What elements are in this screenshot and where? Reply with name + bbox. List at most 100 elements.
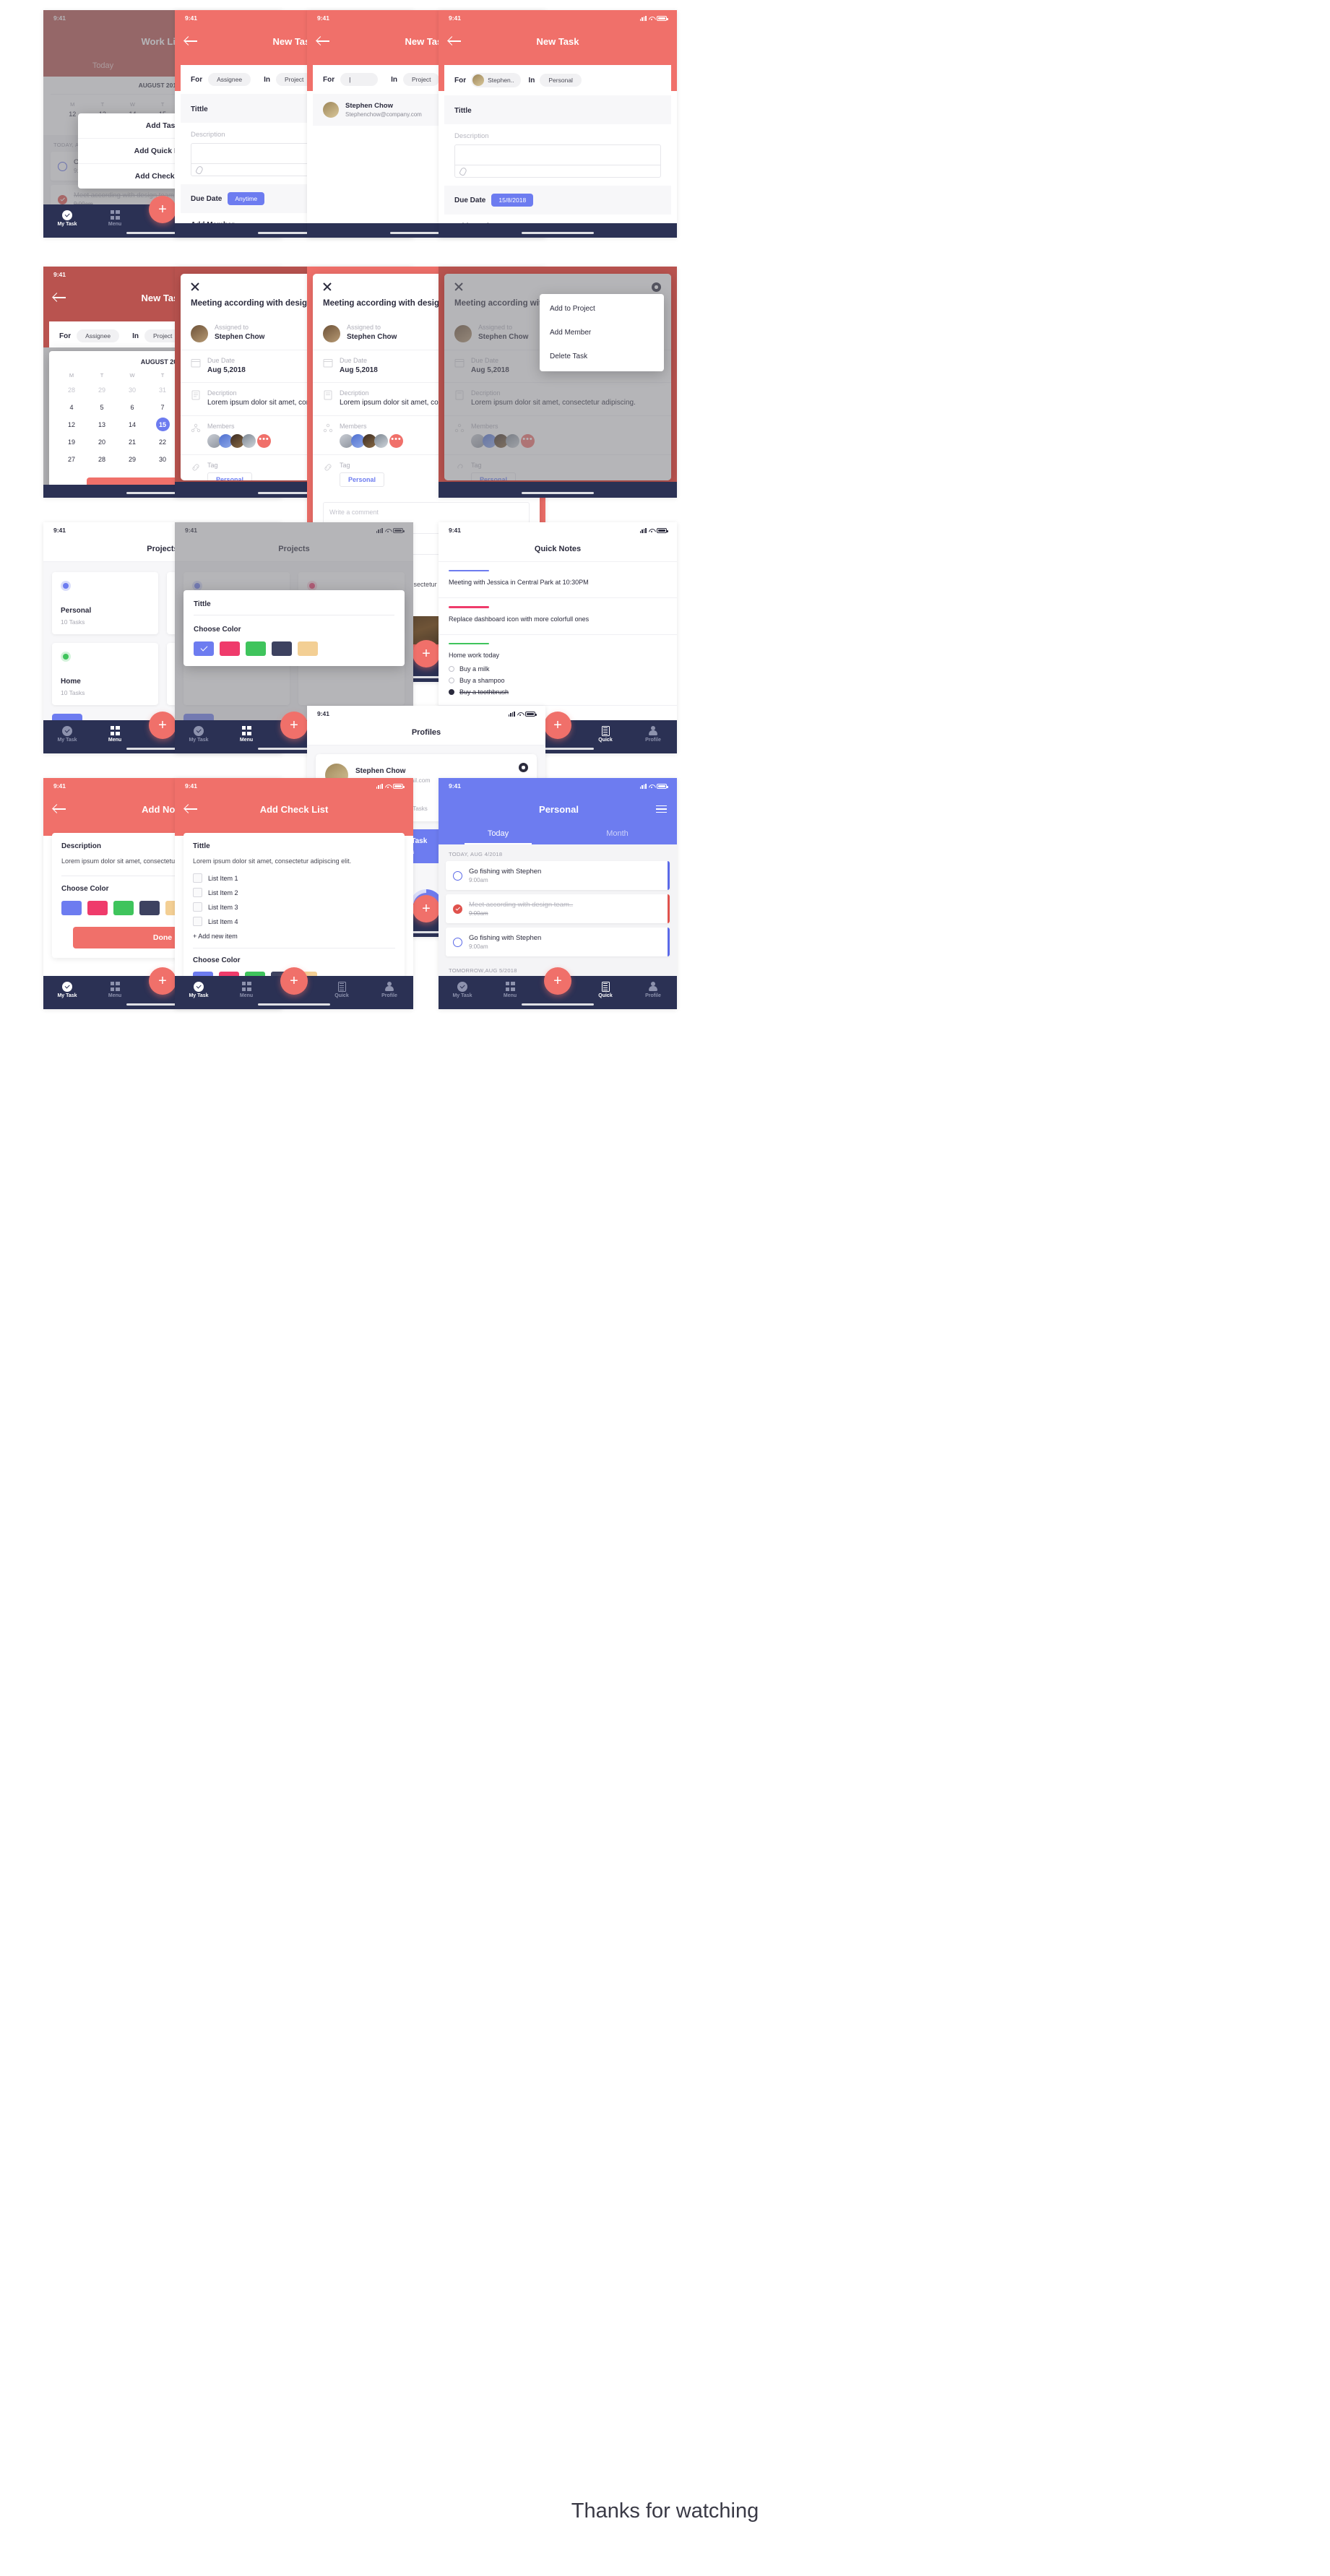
add-fab-button[interactable]: + xyxy=(544,967,571,995)
tag-chip[interactable]: Personal xyxy=(340,472,385,487)
color-swatch[interactable] xyxy=(246,641,266,656)
color-swatch[interactable] xyxy=(298,641,318,656)
calendar-day[interactable]: 6 xyxy=(130,404,134,411)
project-input[interactable]: Project xyxy=(403,73,440,86)
nav-my-task[interactable]: My Task xyxy=(175,981,223,998)
calendar-day[interactable]: 4 xyxy=(69,404,73,411)
nav-menu[interactable]: Menu xyxy=(486,981,534,998)
paperclip-icon[interactable] xyxy=(458,166,468,177)
back-button[interactable] xyxy=(449,35,463,47)
color-swatch[interactable] xyxy=(220,641,240,656)
checkbox-icon[interactable] xyxy=(193,902,202,912)
note-checklist-item[interactable]: Buy a toothbrush xyxy=(449,688,667,696)
checklist-item[interactable]: List Item 4 xyxy=(193,917,395,927)
more-members-button[interactable]: ••• xyxy=(389,433,403,448)
checklist-item[interactable]: List Item 2 xyxy=(193,888,395,898)
nav-menu[interactable]: Menu xyxy=(91,725,139,743)
calendar-day[interactable]: 19 xyxy=(68,438,75,446)
calendar-day[interactable]: 5 xyxy=(100,404,103,411)
assignee-input[interactable]: Assignee xyxy=(77,329,120,342)
calendar-day[interactable]: 21 xyxy=(129,438,136,446)
add-new-item-button[interactable]: + Add new item xyxy=(193,933,395,940)
description-input[interactable] xyxy=(454,144,661,178)
close-icon[interactable] xyxy=(191,282,199,291)
add-fab-button[interactable]: + xyxy=(280,712,308,739)
nav-quick[interactable]: Quick xyxy=(582,981,629,998)
add-fab-button[interactable]: + xyxy=(149,196,176,223)
due-date-value[interactable]: Anytime xyxy=(228,192,265,205)
calendar-day[interactable]: 27 xyxy=(68,456,75,463)
table-row[interactable]: Meet according with design team.. 9:00am xyxy=(446,894,670,923)
color-swatch[interactable] xyxy=(139,901,160,916)
nav-my-task[interactable]: My Task xyxy=(175,725,223,743)
checkbox-icon[interactable] xyxy=(449,678,454,684)
tab-month[interactable]: Month xyxy=(558,824,677,844)
nav-menu[interactable]: Menu xyxy=(91,981,139,998)
color-swatch[interactable] xyxy=(87,901,108,916)
color-swatch[interactable] xyxy=(194,641,214,656)
checkbox-icon[interactable] xyxy=(193,917,202,927)
add-fab-button[interactable]: + xyxy=(280,967,308,995)
add-fab-button[interactable]: + xyxy=(544,712,571,739)
nav-quick[interactable]: Quick xyxy=(318,981,366,998)
calendar-day[interactable]: 13 xyxy=(98,421,105,428)
note-card[interactable]: Replace dashboard icon with more colorfu… xyxy=(439,598,677,635)
table-row[interactable]: Go fishing with Stephen 9:00am xyxy=(446,861,670,890)
calendar-day[interactable]: 30 xyxy=(159,456,166,463)
checklist-item[interactable]: List Item 3 xyxy=(193,902,395,912)
menu-item-add-to-project[interactable]: Add to Project xyxy=(540,297,664,321)
calendar-day[interactable]: 28 xyxy=(98,456,105,463)
more-members-button[interactable]: ••• xyxy=(257,433,271,448)
back-button[interactable] xyxy=(185,803,199,815)
checkbox-icon[interactable] xyxy=(449,689,454,696)
checkbox-icon[interactable] xyxy=(193,888,202,898)
calendar-day[interactable]: 20 xyxy=(98,438,105,446)
calendar-day[interactable]: 29 xyxy=(129,456,136,463)
back-button[interactable] xyxy=(53,292,68,303)
checkbox-icon[interactable] xyxy=(193,873,202,883)
assignee-input[interactable]: | xyxy=(340,73,379,86)
calendar-day[interactable]: 12 xyxy=(68,421,75,428)
color-swatch[interactable] xyxy=(113,901,134,916)
dialog-title-field[interactable]: Tittle xyxy=(194,600,394,608)
close-icon[interactable] xyxy=(323,282,332,291)
hamburger-icon[interactable] xyxy=(656,805,667,813)
nav-menu[interactable]: Menu xyxy=(223,725,270,743)
nav-profile[interactable]: Profile xyxy=(366,981,413,998)
note-checklist-item[interactable]: Buy a milk xyxy=(449,665,667,673)
project-card[interactable]: Personal 10 Tasks xyxy=(52,572,158,634)
paperclip-icon[interactable] xyxy=(194,165,204,176)
nav-profile[interactable]: Profile xyxy=(629,981,677,998)
note-card[interactable]: Meeting with Jessica in Central Park at … xyxy=(439,562,677,599)
calendar-day[interactable]: 15 xyxy=(155,418,170,431)
color-swatch[interactable] xyxy=(61,901,82,916)
calendar-day[interactable]: 28 xyxy=(68,386,75,394)
calendar-day[interactable]: 29 xyxy=(98,386,105,394)
add-fab-button[interactable]: + xyxy=(413,895,440,922)
calendar-day[interactable]: 31 xyxy=(159,386,166,394)
nav-profile[interactable]: Profile xyxy=(629,725,677,743)
back-button[interactable] xyxy=(317,35,332,47)
color-swatch[interactable] xyxy=(272,641,292,656)
nav-menu[interactable]: Menu xyxy=(223,981,270,998)
nav-my-task[interactable]: My Task xyxy=(43,981,91,998)
nav-menu[interactable]: Menu xyxy=(91,209,139,227)
checkbox-icon[interactable] xyxy=(449,666,454,673)
add-fab-button[interactable]: + xyxy=(413,640,440,667)
menu-item-delete-task[interactable]: Delete Task xyxy=(540,345,664,368)
add-fab-button[interactable]: + xyxy=(149,712,176,739)
title-row[interactable]: Tittle xyxy=(444,95,671,124)
calendar-day[interactable]: 30 xyxy=(129,386,136,394)
back-button[interactable] xyxy=(185,35,199,47)
assignee-input[interactable]: Assignee xyxy=(208,73,251,86)
title-label[interactable]: Tittle xyxy=(193,842,395,850)
project-card[interactable]: Home 10 Tasks xyxy=(52,643,158,705)
nav-my-task[interactable]: My Task xyxy=(43,209,91,227)
description-value[interactable]: Lorem ipsum dolor sit amet, consectetur … xyxy=(193,856,395,867)
assignee-chip[interactable]: Stephen.. xyxy=(471,73,521,87)
checklist-item[interactable]: List Item 1 xyxy=(193,873,395,883)
add-fab-button[interactable]: + xyxy=(149,967,176,995)
project-chip[interactable]: Personal xyxy=(540,74,582,87)
menu-item-add-member[interactable]: Add Member xyxy=(540,321,664,345)
nav-quick[interactable]: Quick xyxy=(582,725,629,743)
